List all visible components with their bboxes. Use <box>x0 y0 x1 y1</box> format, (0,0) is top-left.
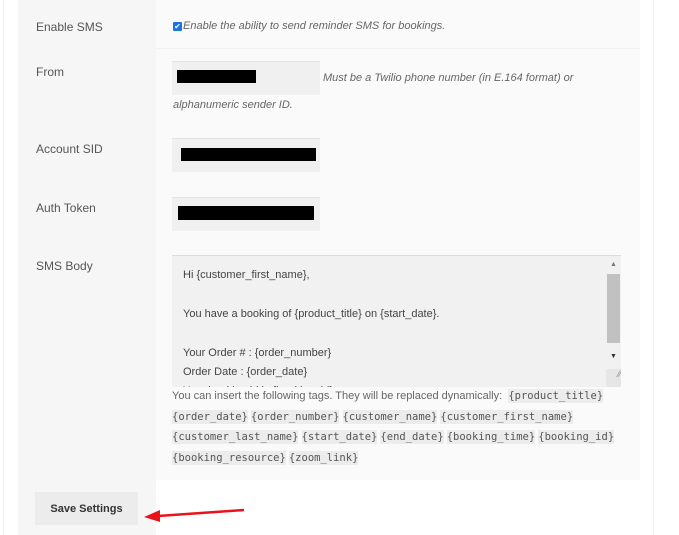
tag: {booking_resource} <box>172 450 286 465</box>
tag: {order_date} <box>172 409 248 424</box>
tag: {customer_name} <box>342 409 438 424</box>
sms-body-textarea[interactable]: Hi {customer_first_name}, You have a boo… <box>172 255 621 387</box>
tag: {product_title} <box>508 389 604 403</box>
enable-sms-description: Enable the ability to send reminder SMS … <box>183 20 446 32</box>
save-settings-button[interactable]: Save Settings <box>35 492 138 525</box>
from-label: From <box>36 65 64 79</box>
account-sid-input[interactable] <box>172 138 320 172</box>
sms-body-label: SMS Body <box>36 259 93 273</box>
tag: {booking_id} <box>538 430 615 444</box>
tag: {end_date} <box>380 430 444 444</box>
tag: {booking_time} <box>446 430 536 444</box>
auth-token-input[interactable] <box>172 197 320 231</box>
tag: {zoom_link} <box>288 450 359 465</box>
tag: {customer_first_name} <box>440 409 574 424</box>
textarea-scrollbar[interactable]: ▲ ▼ ⁄⁄ <box>606 256 621 387</box>
enable-sms-label: Enable SMS <box>36 20 103 34</box>
tag: {customer_last_name} <box>172 430 299 444</box>
tag: {order_number} <box>250 409 340 424</box>
resize-handle-icon[interactable]: ⁄⁄ <box>606 369 621 387</box>
sms-body-text: Hi {customer_first_name}, You have a boo… <box>183 269 440 387</box>
tag: {start_date} <box>301 430 378 444</box>
annotation-arrow-icon <box>144 508 245 522</box>
tags-intro: You can insert the following tags. They … <box>172 390 503 402</box>
from-input[interactable] <box>172 61 320 95</box>
tags-help: You can insert the following tags. They … <box>172 386 632 468</box>
enable-sms-checkbox[interactable]: ✔ <box>173 22 182 31</box>
from-hint-2: alphanumeric sender ID. <box>173 99 293 111</box>
from-hint: Must be a Twilio phone number (in E.164 … <box>323 72 574 84</box>
scroll-up-icon[interactable]: ▲ <box>610 261 617 268</box>
auth-token-label: Auth Token <box>36 201 96 215</box>
scroll-down-icon[interactable]: ▼ <box>610 353 617 360</box>
account-sid-label: Account SID <box>36 142 103 156</box>
